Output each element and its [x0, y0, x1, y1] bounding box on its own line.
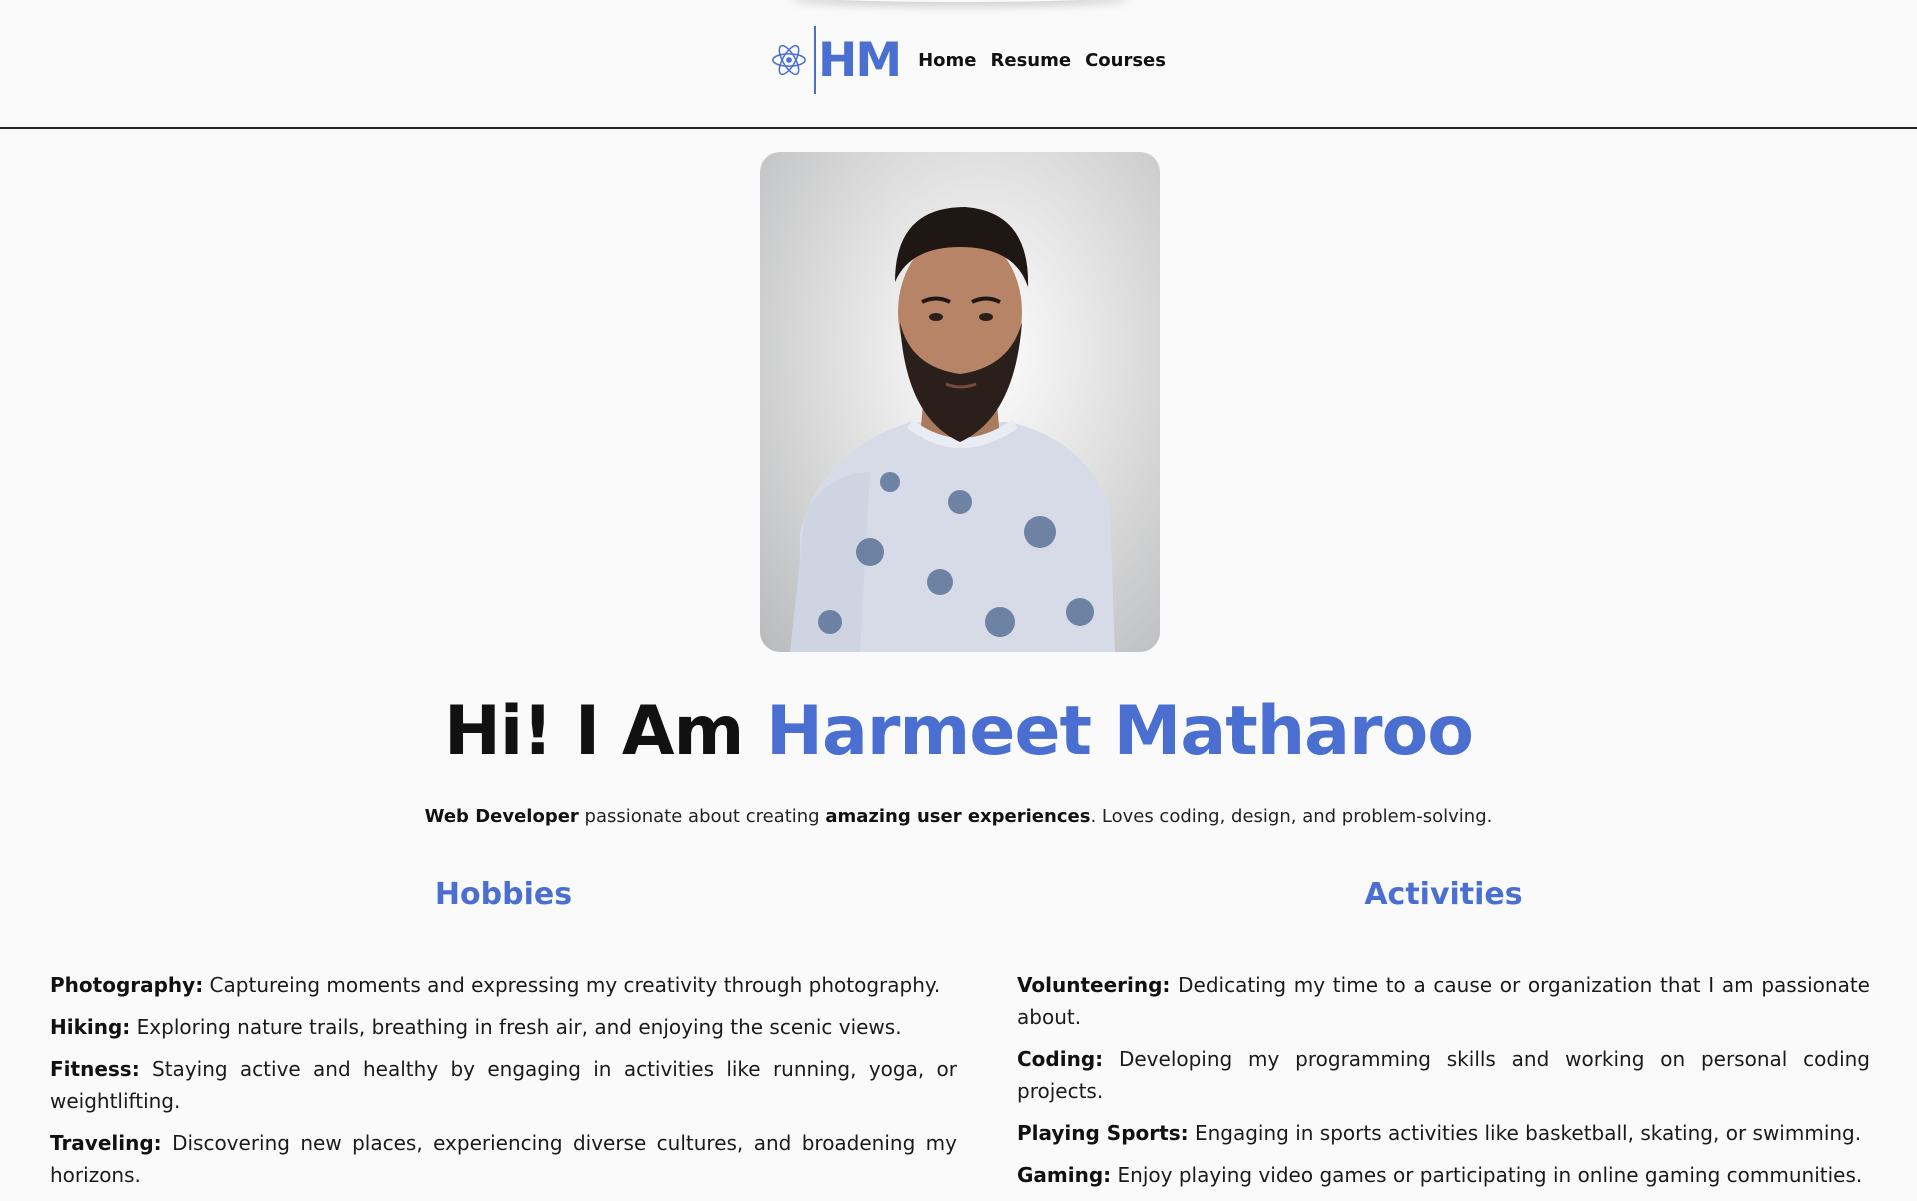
activity-item: Coding: Developing my programming skills… — [1017, 1043, 1870, 1107]
hobby-text: Staying active and healthy by engaging i… — [50, 1057, 957, 1113]
activity-item: Gaming: Enjoy playing video games or par… — [1017, 1159, 1870, 1191]
hobby-text: Discovering new places, experiencing div… — [50, 1131, 957, 1187]
profile-photo — [760, 152, 1160, 652]
nav-link-courses[interactable]: Courses — [1085, 50, 1166, 71]
nav-link-resume[interactable]: Resume — [991, 50, 1072, 71]
tagline: Web Developer passionate about creating … — [0, 806, 1917, 827]
hero-title: Hi! I Am Harmeet Matharoo — [0, 690, 1917, 774]
profile-photo-illustration — [790, 207, 1115, 652]
hobby-title: Traveling: — [50, 1131, 162, 1155]
hobby-item: Fitness: Staying active and healthy by e… — [50, 1053, 957, 1117]
activity-title: Volunteering: — [1017, 973, 1171, 997]
activity-item: Volunteering: Dedicating my time to a ca… — [1017, 969, 1870, 1033]
hero-greeting: Hi! I Am — [444, 692, 767, 771]
activity-title: Playing Sports: — [1017, 1121, 1189, 1145]
hobby-item: Hiking: Exploring nature trails, breathi… — [50, 1011, 957, 1043]
hobbies-section: Hobbies Photography: Captureing moments … — [50, 876, 957, 1187]
tagline-highlight: amazing user experiences — [825, 806, 1091, 827]
activities-section: Activities Volunteering: Dedicating my t… — [1017, 876, 1870, 1187]
atom-icon[interactable] — [770, 41, 808, 79]
tagline-mid: passionate about creating — [578, 806, 826, 827]
activity-title: Gaming: — [1017, 1163, 1112, 1187]
tagline-end: . Loves coding, design, and problem-solv… — [1090, 806, 1493, 827]
hobby-item: Traveling: Discovering new places, exper… — [50, 1127, 957, 1191]
activity-item: Playing Sports: Engaging in sports activ… — [1017, 1117, 1870, 1149]
hobby-text: Captureing moments and expressing my cre… — [203, 973, 941, 997]
hobby-text: Exploring nature trails, breathing in fr… — [130, 1015, 902, 1039]
activity-text: Engaging in sports activities like baske… — [1188, 1121, 1862, 1145]
hobbies-heading: Hobbies — [434, 877, 573, 912]
hobby-title: Fitness: — [50, 1057, 140, 1081]
site-header: HM Home Resume Courses — [0, 0, 1917, 129]
activity-text: Developing my programming skills and wor… — [1017, 1047, 1870, 1103]
activities-list: Volunteering: Dedicating my time to a ca… — [1017, 969, 1870, 1201]
activities-heading: Activities — [1364, 877, 1523, 912]
hobby-item: Photography: Captureing moments and expr… — [50, 969, 957, 1001]
nav-bar: HM Home Resume Courses — [770, 26, 1170, 94]
nav-link-home[interactable]: Home — [918, 50, 976, 71]
activity-title: Coding: — [1017, 1047, 1104, 1071]
hero-name: Harmeet Matharoo — [766, 692, 1474, 771]
hobbies-list: Photography: Captureing moments and expr… — [50, 969, 957, 1201]
logo-text[interactable]: HM — [818, 37, 902, 84]
hobby-title: Hiking: — [50, 1015, 131, 1039]
logo-divider — [814, 26, 816, 94]
activity-text: Enjoy playing video games or participati… — [1111, 1163, 1863, 1187]
tagline-role: Web Developer — [424, 806, 579, 827]
hobby-title: Photography: — [50, 973, 204, 997]
